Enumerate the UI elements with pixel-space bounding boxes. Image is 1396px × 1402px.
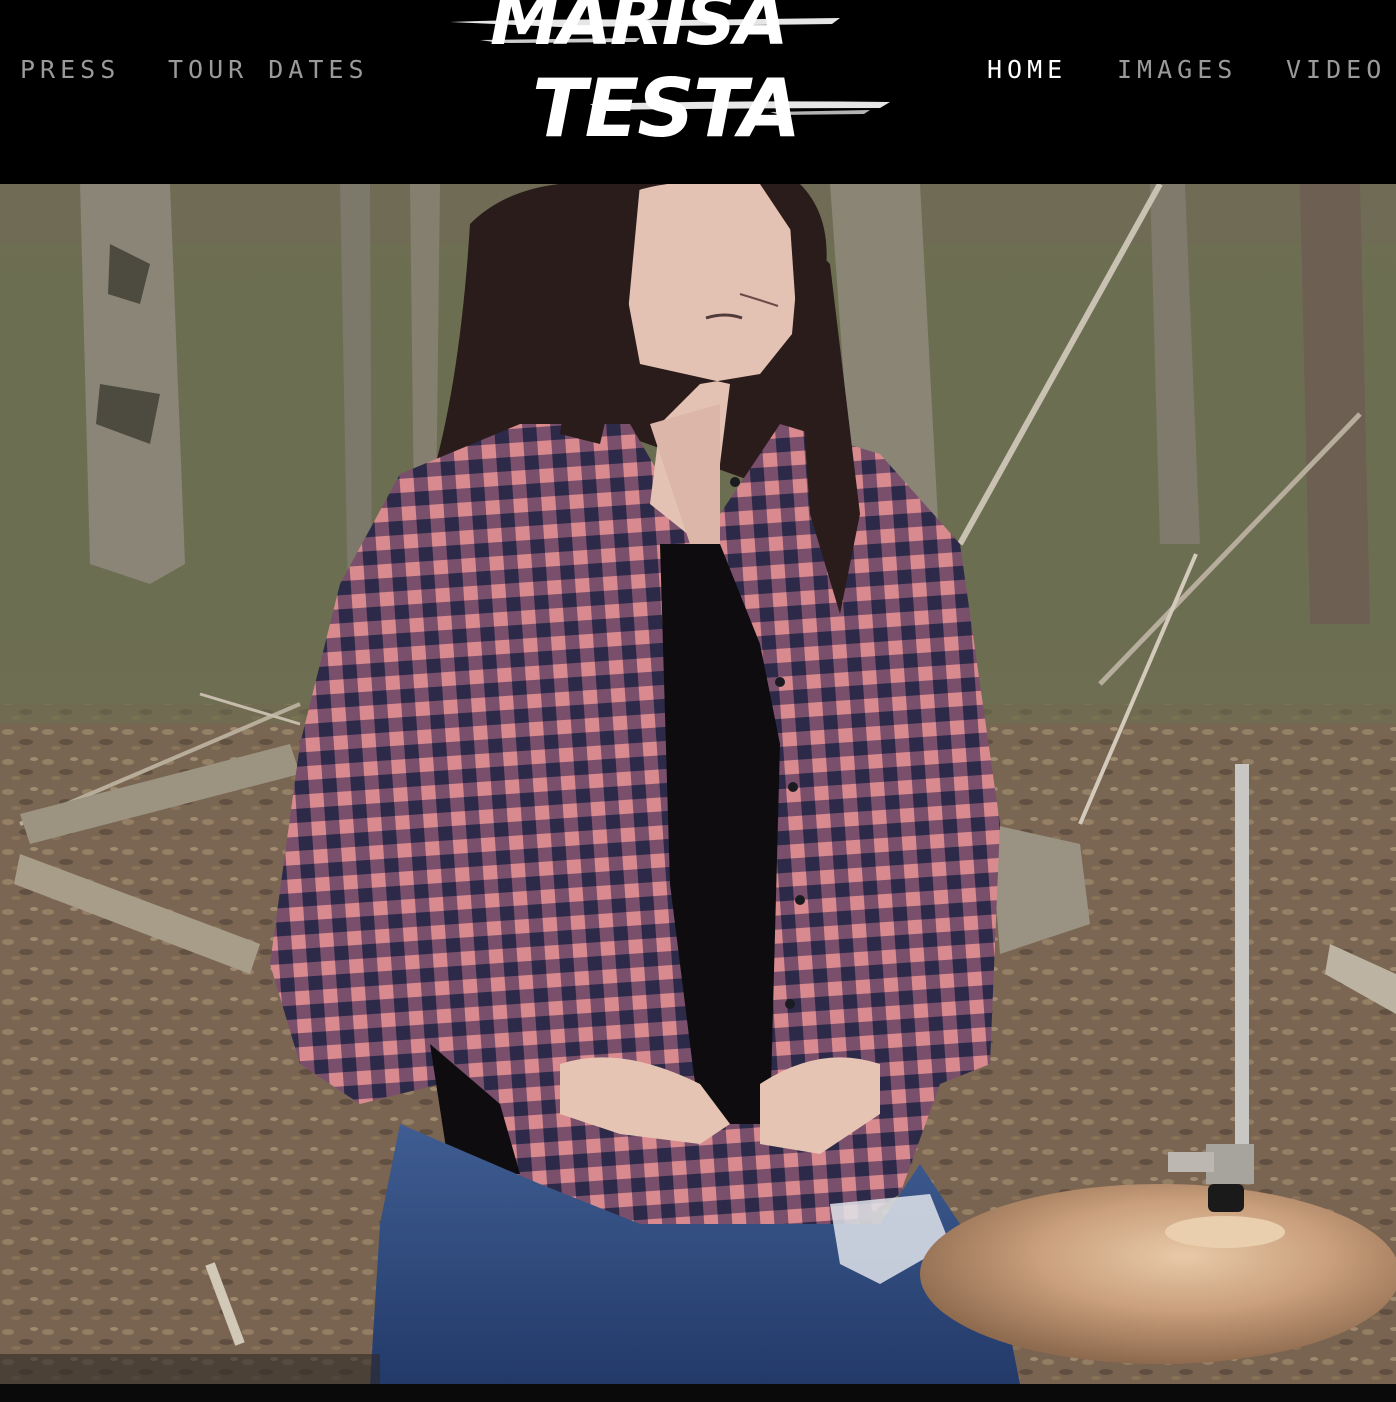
logo-image: MARISA TESTA [450, 0, 890, 155]
logo-line-1: MARISA [490, 0, 786, 61]
nav-tour-dates[interactable]: TOUR DATES [168, 52, 369, 88]
site-logo[interactable]: MARISA TESTA [440, 0, 900, 160]
nav-images[interactable]: IMAGES [1117, 52, 1237, 88]
nav-video[interactable]: VIDEO [1286, 52, 1386, 88]
nav-press[interactable]: PRESS [20, 52, 120, 88]
bottom-bar [0, 1384, 1396, 1402]
hero-image [0, 184, 1396, 1384]
page: PRESS TOUR DATES MARISA TESTA HOME IMAGE… [0, 0, 1396, 1402]
nav-home[interactable]: HOME [987, 52, 1067, 88]
hero-photo [0, 184, 1396, 1384]
site-header: PRESS TOUR DATES MARISA TESTA HOME IMAGE… [0, 0, 1396, 184]
